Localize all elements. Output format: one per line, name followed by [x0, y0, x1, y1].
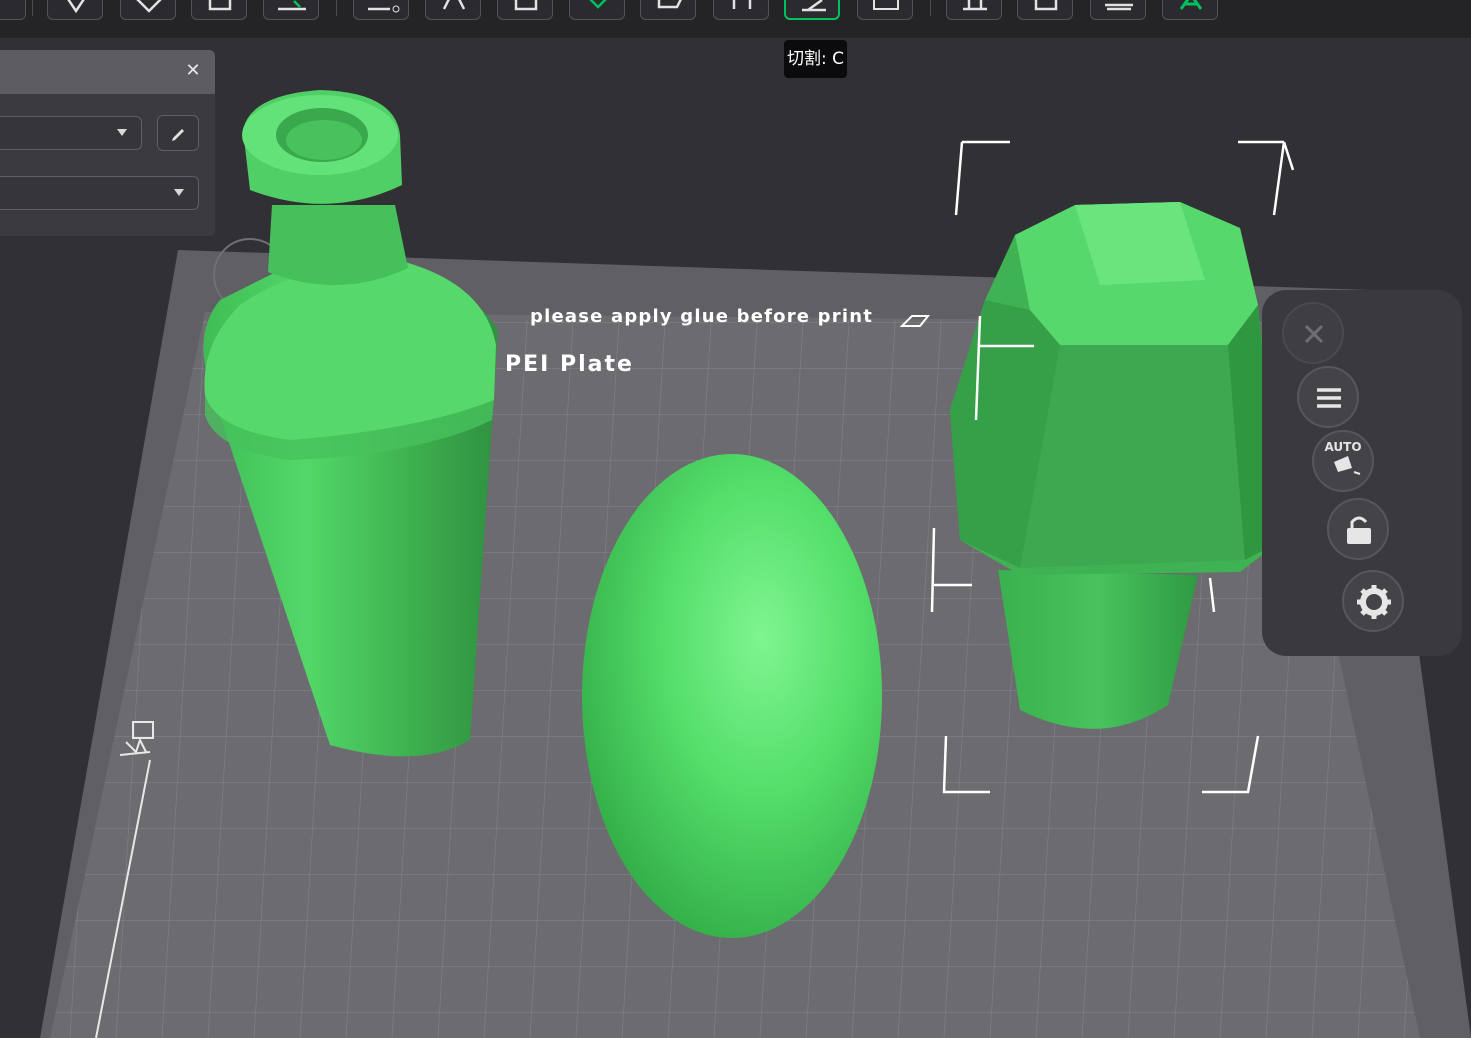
auto-orient-icon: [1334, 456, 1361, 475]
gear-icon: [1357, 585, 1391, 619]
plate-name: PEI Plate: [505, 352, 634, 377]
close-icon[interactable]: ✕: [184, 62, 202, 80]
measure-button[interactable]: [857, 0, 913, 20]
support-icon: [963, 0, 987, 11]
object-list-button[interactable]: [1297, 366, 1359, 428]
filament-select[interactable]: [0, 176, 199, 210]
assembly-icon: [1105, 3, 1133, 11]
scene-3d: [40, 90, 1471, 1038]
edit-button[interactable]: [157, 115, 199, 151]
pencil-icon: [172, 129, 184, 141]
auto-orient-button[interactable]: AUTO: [1312, 430, 1374, 492]
cut-icon: [802, 0, 826, 12]
lock-icon: [1347, 516, 1371, 544]
cut-button[interactable]: [784, 0, 840, 20]
split-parts-icon: [442, 0, 466, 10]
plate-settings-button[interactable]: [1342, 570, 1404, 632]
top-toolbar: [0, 0, 1471, 38]
emboss-icon: [1034, 0, 1058, 11]
plate-notice: please apply glue before print: [530, 306, 874, 327]
orient-icon: [67, 0, 85, 14]
variable-layer-button[interactable]: [569, 0, 625, 20]
object-settings-panel: ✕: [0, 50, 215, 236]
support-paint-icon: [278, 0, 306, 11]
layers-button[interactable]: [497, 0, 553, 20]
support-paint-button[interactable]: [263, 0, 319, 20]
egg-model: [582, 454, 882, 938]
support-button[interactable]: [946, 0, 1002, 20]
chevron-down-icon: [117, 129, 127, 136]
layer-icon: [208, 0, 232, 11]
chevron-down-icon: [174, 189, 184, 196]
seam-paint-icon: [732, 0, 752, 9]
measure-icon: [873, 0, 899, 10]
split-objects-button[interactable]: [353, 0, 409, 20]
emboss-button[interactable]: [1017, 0, 1073, 20]
assembly-button[interactable]: [1090, 0, 1146, 20]
list-icon: [1317, 388, 1341, 408]
eraser-icon: [899, 315, 931, 327]
orient-button[interactable]: [47, 0, 103, 20]
layers-icon: [514, 0, 538, 11]
close-icon: [1304, 324, 1324, 344]
text-button[interactable]: [1162, 0, 1218, 20]
variable-layer-icon: [589, 0, 607, 9]
layer-button[interactable]: [191, 0, 247, 20]
text-icon: [1179, 0, 1203, 10]
lock-plate-button[interactable]: [1327, 498, 1389, 560]
split-parts-button[interactable]: [425, 0, 481, 20]
seam-icon: [657, 0, 682, 9]
seam-button[interactable]: [640, 0, 696, 20]
cut-tooltip: 切割: C: [784, 40, 848, 78]
printer-select[interactable]: [0, 116, 142, 150]
toolbar-add-button[interactable]: [0, 0, 26, 20]
split-objects-icon: [368, 5, 400, 13]
plate-tools-panel: AUTO: [1262, 290, 1462, 656]
panel-header: [0, 50, 215, 94]
arrange-icon: [136, 0, 162, 13]
delete-plate-button[interactable]: [1282, 302, 1344, 364]
mesh-boolean-button[interactable]: [713, 0, 769, 20]
arrange-button[interactable]: [120, 0, 176, 20]
